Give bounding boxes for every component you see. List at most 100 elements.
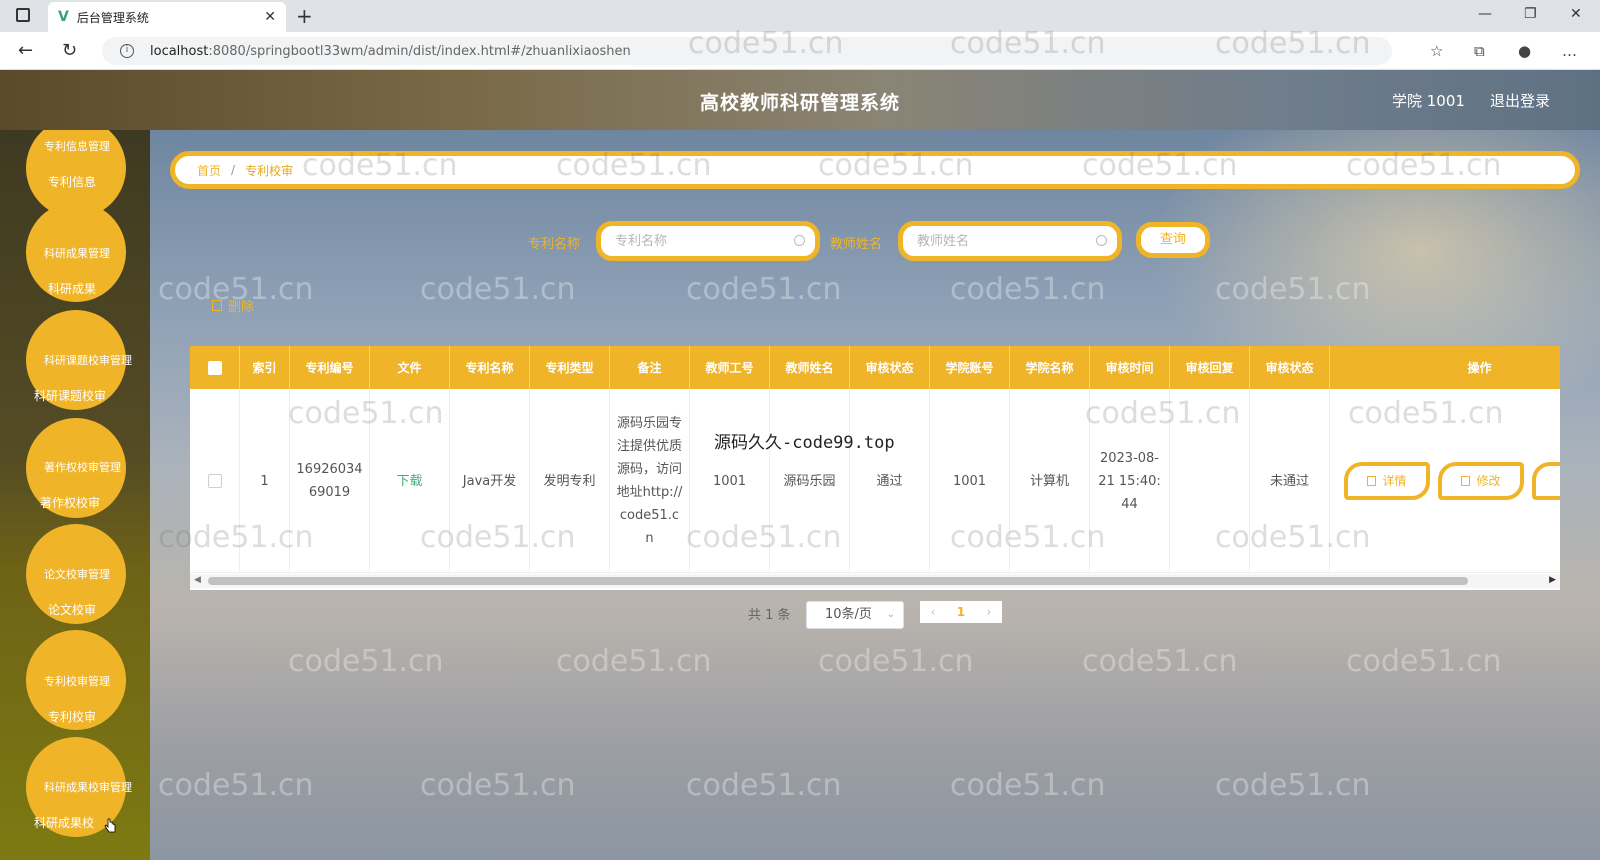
edit-icon: [1461, 476, 1471, 486]
menu-group-title[interactable]: 专利校审管理: [44, 673, 110, 689]
query-button[interactable]: 查询: [1136, 222, 1210, 258]
menu-item[interactable]: 专利校审: [48, 708, 96, 725]
restore-icon[interactable]: ❐: [1524, 6, 1537, 22]
college-account-cell: 1001: [930, 389, 1010, 573]
next-action-button[interactable]: [1532, 462, 1560, 500]
column-header: 审核回复: [1170, 346, 1250, 389]
column-header: 备注: [610, 346, 690, 389]
delete-button[interactable]: 删除: [212, 296, 254, 315]
menu-group-title[interactable]: 科研成果校审管理: [44, 779, 132, 795]
search-icon: [794, 235, 805, 246]
column-header: 索引: [240, 346, 290, 389]
url-host: localhost: [150, 43, 209, 59]
detail-label: 详情: [1382, 473, 1407, 488]
review-time-cell: 2023-08-21 15:40:44: [1090, 389, 1170, 573]
table-row[interactable]: 1 1692603469019 下载 Java开发 发明专利 源码乐园专注提供优…: [190, 389, 1560, 573]
scrollbar-thumb[interactable]: [208, 577, 1468, 585]
new-tab-icon[interactable]: +: [296, 4, 313, 28]
browser-tab-bar: V 后台管理系统 ✕ + — ❐ ✕: [0, 0, 1600, 32]
menu-group-title[interactable]: 著作权校审管理: [44, 459, 121, 475]
sidebar-icon[interactable]: [16, 8, 30, 22]
back-icon[interactable]: ←: [18, 40, 33, 61]
row-select-cell: [190, 389, 240, 573]
column-header: 文件: [370, 346, 450, 389]
logout-link[interactable]: 退出登录: [1490, 90, 1550, 111]
operations-cell: 详情 修改: [1330, 389, 1560, 573]
detail-button[interactable]: 详情: [1344, 462, 1430, 500]
index-cell: 1: [240, 389, 290, 573]
more-icon[interactable]: …: [1562, 42, 1577, 60]
prev-page-icon[interactable]: ‹: [931, 605, 936, 619]
patent-name-cell: Java开发: [450, 389, 530, 573]
patent-type-cell: 发明专利: [530, 389, 610, 573]
menu-group-title[interactable]: 专利信息管理: [44, 138, 110, 154]
trash-icon: [212, 300, 222, 311]
patent-name-search[interactable]: [596, 221, 820, 261]
search-label-teacher-name: 教师姓名: [830, 237, 883, 252]
profile-icon[interactable]: ●: [1518, 42, 1531, 60]
delete-label: 删除: [228, 300, 255, 315]
menu-item[interactable]: 著作权校审: [40, 494, 100, 511]
edit-label: 修改: [1476, 473, 1501, 488]
download-link[interactable]: 下载: [370, 389, 450, 573]
menu-group-title[interactable]: 科研课题校审管理: [44, 352, 132, 368]
app-header: 高校教师科研管理系统 学院 1001 退出登录: [0, 70, 1600, 130]
breadcrumb-current: 专利校审: [245, 163, 294, 178]
remark-cell: 源码乐园专注提供优质源码，访问地址http://code51.cn: [610, 389, 690, 573]
menu-group-title[interactable]: 科研成果管理: [44, 245, 110, 261]
scroll-left-icon[interactable]: ◀: [194, 575, 201, 585]
patent-name-input[interactable]: [615, 233, 785, 249]
scroll-right-icon[interactable]: ▶: [1549, 575, 1556, 585]
column-header: 教师姓名: [770, 346, 850, 389]
url-path: :8080/springbootl33wm/admin/dist/index.h…: [208, 43, 631, 59]
favorites-icon[interactable]: ☆: [1430, 42, 1443, 60]
edit-button[interactable]: 修改: [1438, 462, 1524, 500]
teacher-name-input[interactable]: [917, 233, 1087, 249]
minimize-icon[interactable]: —: [1478, 6, 1492, 22]
address-bar-row: ← ↻ i localhost:8080/springbootl33wm/adm…: [0, 32, 1600, 70]
column-header: 审核时间: [1090, 346, 1170, 389]
teacher-name-search[interactable]: [898, 221, 1122, 261]
browser-tab[interactable]: V 后台管理系统 ✕: [48, 2, 286, 32]
reload-icon[interactable]: ↻: [62, 40, 77, 61]
select-all-cell: [190, 346, 240, 389]
overlay-watermark-text: 源码久久-code99.top: [714, 433, 895, 453]
column-header: 学院账号: [930, 346, 1010, 389]
college-name-cell: 计算机: [1010, 389, 1090, 573]
column-header: 教师工号: [690, 346, 770, 389]
page-size-value: 10条/页: [825, 607, 872, 622]
column-header: 学院名称: [1010, 346, 1090, 389]
column-header: 专利编号: [290, 346, 370, 389]
search-label-patent-name: 专利名称: [528, 237, 581, 252]
review-status-cell: 通过: [850, 389, 930, 573]
menu-item[interactable]: 专利信息: [48, 173, 96, 190]
horizontal-scrollbar[interactable]: ◀ ▶: [190, 574, 1560, 588]
teacher-name-cell: 源码乐园: [770, 389, 850, 573]
column-header: 专利名称: [450, 346, 530, 389]
patent-no-cell: 1692603469019: [290, 389, 370, 573]
close-icon[interactable]: ✕: [264, 9, 276, 25]
tab-title: 后台管理系统: [76, 10, 149, 25]
collections-icon[interactable]: ⧉: [1474, 42, 1485, 60]
hand-cursor-icon: [104, 818, 116, 833]
breadcrumb: 首页 / 专利校审: [170, 151, 1580, 189]
menu-item[interactable]: 科研成果: [48, 280, 96, 297]
app-title: 高校教师科研管理系统: [699, 92, 900, 114]
chevron-down-icon: ⌄: [886, 609, 895, 620]
menu-item[interactable]: 论文校审: [48, 601, 96, 618]
row-checkbox[interactable]: [207, 474, 222, 488]
menu-item[interactable]: 科研成果校: [34, 814, 94, 831]
patent-review-table: 索引 专利编号 文件 专利名称 专利类型 备注 教师工号 教师姓名 审核状态 学…: [190, 346, 1560, 590]
window-close-icon[interactable]: ✕: [1570, 6, 1582, 22]
teacher-no-cell: 1001: [690, 389, 770, 573]
url-field[interactable]: i localhost:8080/springbootl33wm/admin/d…: [102, 37, 1392, 65]
info-icon[interactable]: i: [120, 44, 134, 58]
select-all-checkbox[interactable]: [207, 360, 222, 375]
column-header: 专利类型: [530, 346, 610, 389]
menu-item[interactable]: 科研课题校审: [34, 387, 106, 404]
next-page-icon[interactable]: ›: [986, 605, 991, 619]
page-size-select[interactable]: 10条/页 ⌄: [806, 601, 904, 629]
menu-group-title[interactable]: 论文校审管理: [44, 566, 110, 582]
page-number[interactable]: 1: [957, 605, 965, 619]
breadcrumb-home[interactable]: 首页: [197, 162, 221, 179]
